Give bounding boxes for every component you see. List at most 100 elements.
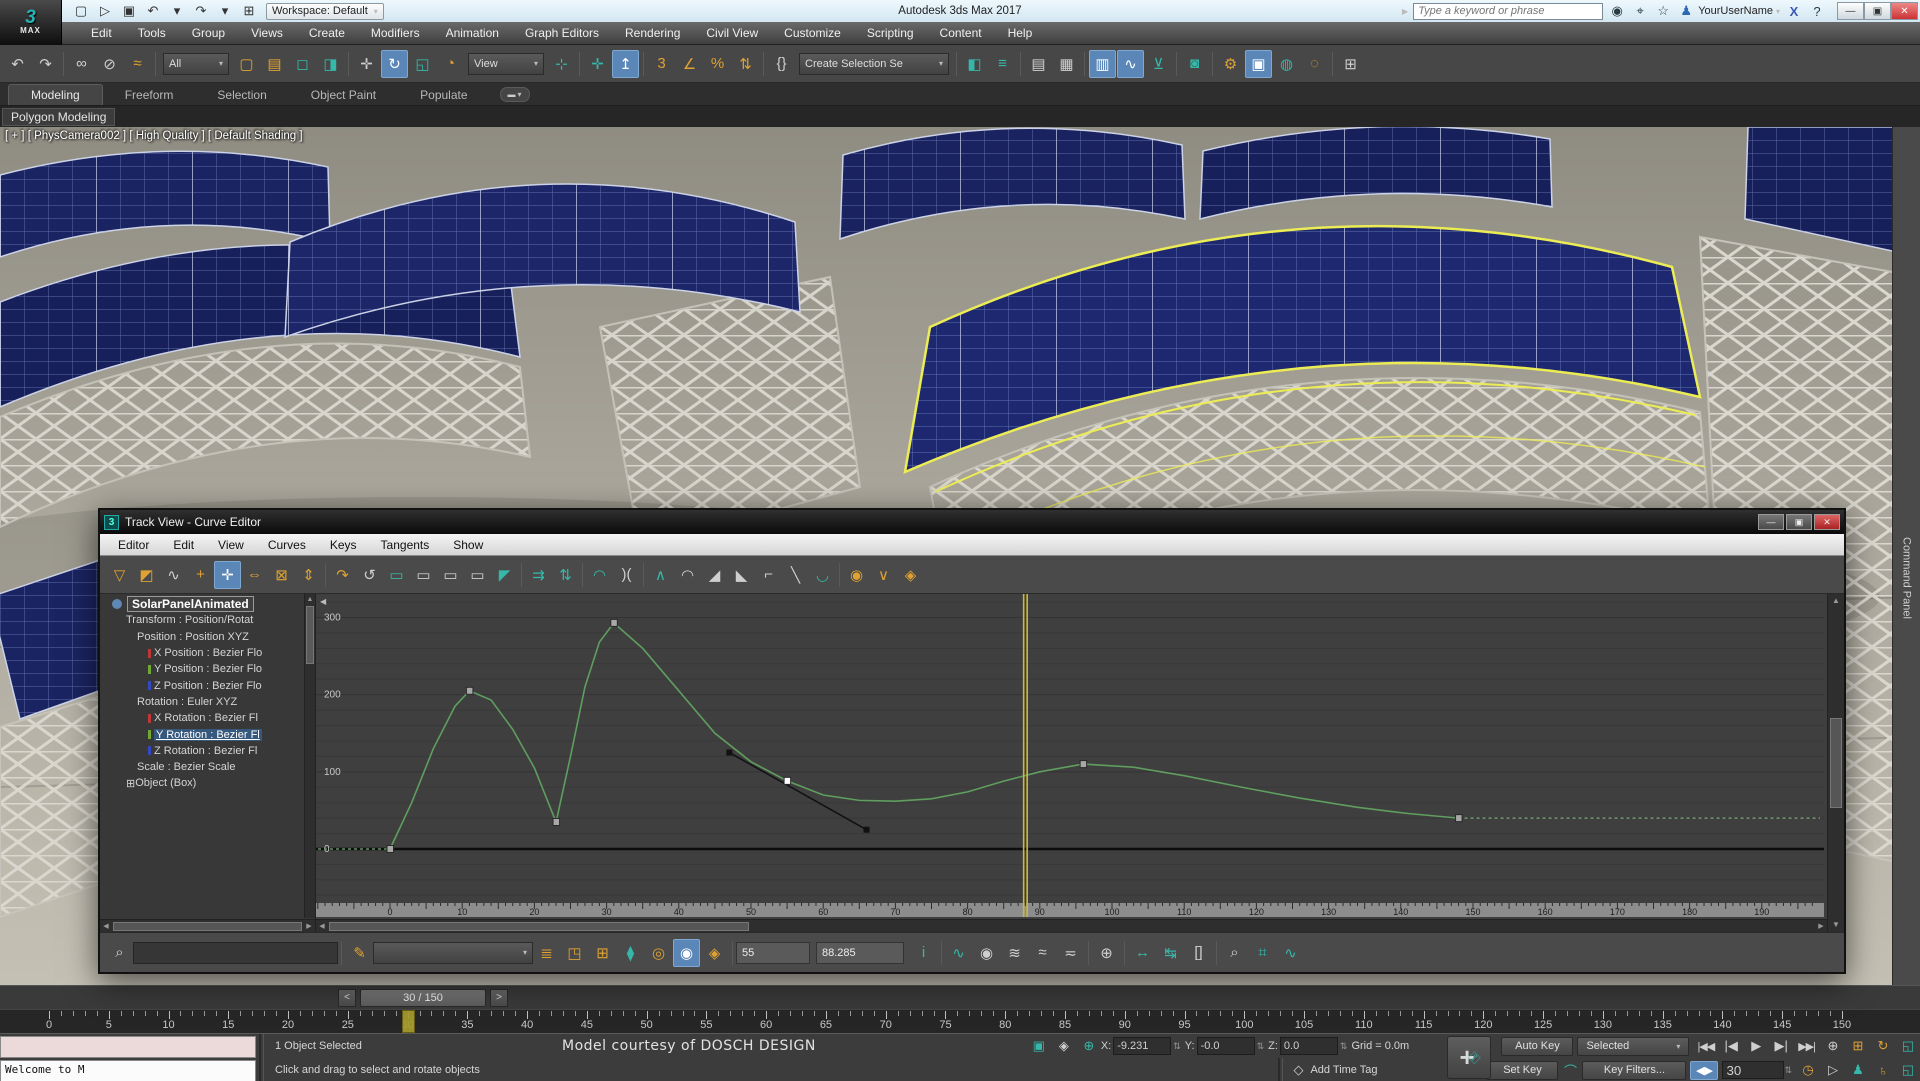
expander-icon[interactable]: ⊞ — [126, 777, 135, 790]
key-time-field[interactable] — [736, 942, 810, 964]
tab-object-paint[interactable]: Object Paint — [289, 85, 398, 105]
render-setup-icon[interactable]: ⚙ — [1217, 50, 1244, 78]
show-frozen-keys-icon[interactable]: ≂ — [1057, 939, 1084, 967]
track-item-x-rotation-bezier-fl[interactable]: X Rotation : Bezier Fl — [104, 710, 303, 726]
graph-horizontal-scrollbar[interactable]: ◀ ▶ — [316, 919, 1827, 932]
unlink-selection-icon[interactable]: ⊘ — [96, 50, 123, 78]
show-selected-key-stats-icon[interactable]: ◎ — [645, 939, 672, 967]
set-key-button[interactable]: Set Key — [1486, 1061, 1558, 1080]
track-selection-input[interactable] — [133, 942, 338, 964]
go-to-end-icon[interactable]: ▶▶| — [1794, 1036, 1819, 1056]
select-by-name-icon[interactable]: ▤ — [261, 50, 288, 78]
toggle-scene-explorer-icon[interactable]: ▥ — [1089, 50, 1116, 78]
spinner-icon[interactable]: ⇅ — [1173, 1041, 1181, 1052]
menu-content[interactable]: Content — [927, 22, 995, 44]
select-keys-by-time-icon[interactable]: ▭ — [383, 561, 410, 589]
tab-modeling[interactable]: Modeling — [8, 84, 103, 105]
maximize-viewport-toggle-icon[interactable]: ◱ — [1896, 1060, 1920, 1080]
mirror-icon[interactable]: ◧ — [961, 50, 988, 78]
toggle-layer-explorer-icon[interactable]: ▤ — [1025, 50, 1052, 78]
spinner-icon[interactable]: ⇅ — [1340, 1041, 1348, 1052]
select-tool-icon[interactable]: ◤ — [491, 561, 518, 589]
zoom-all-icon[interactable]: ⊞ — [1846, 1036, 1870, 1056]
track-item-transform-position-rotat[interactable]: Transform : Position/Rotat — [104, 612, 303, 628]
add-time-tag[interactable]: Add Time Tag — [1310, 1064, 1420, 1076]
curve-graph-area[interactable]: 0100200300010203040506070809010011012013… — [316, 594, 1827, 932]
select-and-scale-icon[interactable]: ◱ — [409, 50, 436, 78]
isolate-selection-toggle-icon[interactable]: ▣ — [1027, 1036, 1051, 1056]
move-keys-icon[interactable]: ✛ — [214, 561, 241, 589]
track-item-solarpanelanimated[interactable]: SolarPanelAnimated — [104, 596, 303, 612]
favorites-star-icon[interactable]: ☆ — [1654, 3, 1672, 19]
menu-civil-view[interactable]: Civil View — [693, 22, 771, 44]
x-coordinate-field[interactable] — [1113, 1037, 1171, 1055]
tab-populate[interactable]: Populate — [398, 85, 489, 105]
ce-close-button[interactable]: ✕ — [1814, 514, 1840, 530]
freeze-nonselected-curves-icon[interactable]: ≈ — [1029, 939, 1056, 967]
next-frame-icon[interactable]: ▶| — [1769, 1036, 1793, 1056]
undo-icon[interactable]: ↶ — [4, 50, 31, 78]
signin-user[interactable]: ♟ YourUserName ▾ — [1677, 3, 1780, 19]
time-slider-row[interactable]: < 30 / 150 > — [0, 985, 1920, 1009]
track-item-y-rotation-bezier-fl[interactable]: Y Rotation : Bezier Fl — [104, 726, 303, 742]
zoom-curve-extents-icon[interactable]: ∿ — [1277, 939, 1304, 967]
add-keys-icon[interactable]: + — [187, 561, 214, 589]
redo-dropdown-icon[interactable]: ▾ — [214, 2, 236, 20]
tab-selection[interactable]: Selection — [195, 85, 288, 105]
key-value-field[interactable] — [816, 942, 904, 964]
select-and-rotate-icon[interactable]: ↻ — [381, 50, 408, 78]
open-file-icon[interactable]: ▷ — [94, 2, 116, 20]
selection-set-dropdown[interactable]: Selected▾ — [1577, 1037, 1689, 1056]
key-filters-button[interactable]: Key Filters... — [1582, 1061, 1686, 1080]
time-configuration-icon[interactable]: ◷ — [1796, 1060, 1820, 1080]
ce-menu-keys[interactable]: Keys — [318, 534, 369, 555]
set-tangents-fast-icon[interactable]: ◢ — [701, 561, 728, 589]
slide-keys-icon[interactable]: ⇔ — [241, 561, 268, 589]
track-hierarchy-panel[interactable]: SolarPanelAnimatedTransform : Position/R… — [100, 594, 316, 932]
zoom-extents-icon[interactable]: ↻ — [1871, 1036, 1895, 1056]
snaps-toggle-3d-icon[interactable]: 3 — [648, 50, 675, 78]
next-frame-button[interactable]: > — [490, 989, 508, 1007]
menu-customize[interactable]: Customize — [771, 22, 854, 44]
spinner-icon[interactable]: ⇅ — [1784, 1065, 1792, 1076]
freeze-curves-icon[interactable]: ≋ — [1001, 939, 1028, 967]
named-selection-sets-dropdown[interactable]: Create Selection Se▾ — [799, 53, 949, 75]
listener-splitter[interactable] — [259, 1034, 264, 1058]
spline-display-icon[interactable]: ⧫ — [617, 939, 644, 967]
angle-snap-toggle-icon[interactable]: ∠ — [676, 50, 703, 78]
align-icon[interactable]: ≡ — [989, 50, 1016, 78]
filter-animated-tracks-icon[interactable]: ⊞ — [589, 939, 616, 967]
function-curve-chart[interactable]: 0100200300010203040506070809010011012013… — [316, 594, 1824, 917]
select-and-move-icon[interactable]: ✛ — [353, 50, 380, 78]
soft-selection-icon[interactable]: ▭ — [410, 561, 437, 589]
zoom-selected-object-icon[interactable]: ⌕ — [106, 939, 133, 967]
new-file-icon[interactable]: ▢ — [70, 2, 92, 20]
select-and-manipulate-icon[interactable]: ✛ — [584, 50, 611, 78]
scroll-thumb[interactable] — [306, 606, 314, 664]
menu-tools[interactable]: Tools — [125, 22, 179, 44]
select-and-link-icon[interactable]: ∞ — [68, 50, 95, 78]
ce-restore-button[interactable]: ▣ — [1786, 514, 1812, 530]
undo-icon[interactable]: ↶ — [142, 2, 164, 20]
help-search-input[interactable] — [1413, 3, 1603, 20]
frame-value-extents-icon[interactable]: [] — [1185, 939, 1212, 967]
select-object-icon[interactable]: ▢ — [233, 50, 260, 78]
open-grid-icon[interactable]: ⊞ — [1337, 50, 1364, 78]
render-iterative-icon[interactable]: ◌ — [1301, 50, 1328, 78]
track-item-rotation-euler-xyz[interactable]: Rotation : Euler XYZ — [104, 694, 303, 710]
filter-selected-tracks-icon[interactable]: ≣ — [533, 939, 560, 967]
render-production-icon[interactable]: ◍ — [1273, 50, 1300, 78]
retimer-icon[interactable]: ↷ — [329, 561, 356, 589]
tab-freeform[interactable]: Freeform — [103, 85, 196, 105]
zoom-viewport-icon[interactable]: ⊕ — [1821, 1036, 1845, 1056]
frame-horizontal-extents-keys-icon[interactable]: ↹ — [1157, 939, 1184, 967]
lock-keys-icon[interactable]: ◈ — [701, 939, 728, 967]
redo-icon[interactable]: ↷ — [190, 2, 212, 20]
schematic-view-icon[interactable]: ⊻ — [1145, 50, 1172, 78]
edit-track-set-icon[interactable]: ✎ — [346, 939, 373, 967]
menu-modifiers[interactable]: Modifiers — [358, 22, 433, 44]
maxscript-listener-line[interactable]: Welcome to M — [0, 1060, 256, 1081]
track-item-z-position-bezier-flo[interactable]: Z Position : Bezier Flo — [104, 677, 303, 693]
go-to-start-icon[interactable]: |◀◀ — [1693, 1036, 1718, 1056]
workspace-dropdown[interactable]: Workspace: Default▾ — [266, 3, 384, 20]
